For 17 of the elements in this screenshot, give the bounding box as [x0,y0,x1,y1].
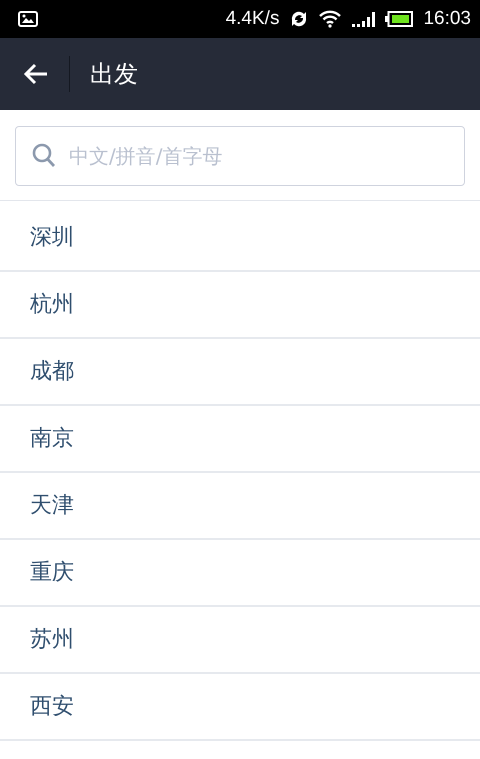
city-item[interactable]: 深圳 [0,205,480,272]
battery-icon [385,11,414,27]
image-icon [18,11,38,27]
city-item[interactable]: 苏州 [0,607,480,674]
page-title: 出发 [90,59,138,90]
city-item[interactable]: 重庆 [0,540,480,607]
city-item[interactable]: 天津 [0,473,480,540]
search-field[interactable]: 中文/拼音/首字母 [15,126,465,186]
signal-icon [351,11,376,27]
wifi-icon [319,10,342,28]
city-item[interactable]: 西安 [0,674,480,741]
city-item[interactable]: 杭州 [0,272,480,339]
city-item[interactable]: 南京 [0,406,480,473]
back-arrow-icon[interactable] [23,62,49,86]
city-item[interactable]: 成都 [0,339,480,406]
network-speed: 4.4K/s [226,8,280,30]
clock: 16:03 [423,8,471,30]
